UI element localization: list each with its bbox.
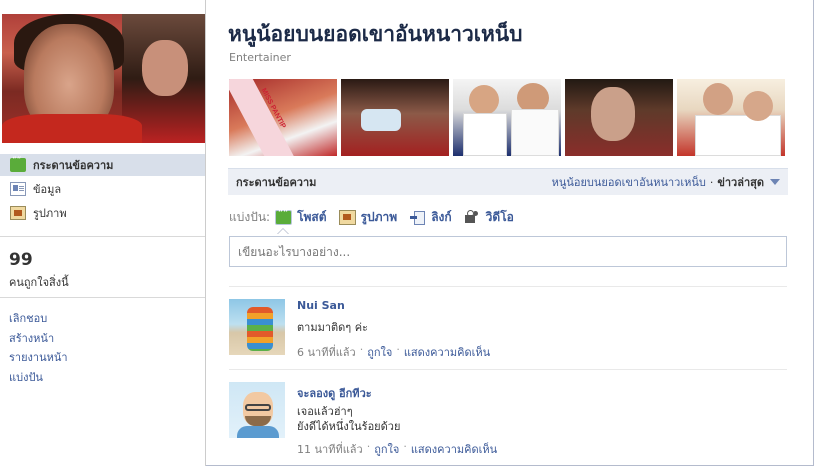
post-icon: [275, 209, 293, 225]
share-link-tab[interactable]: ลิงก์: [409, 208, 452, 227]
wall-filter-latest[interactable]: ข่าวล่าสุด: [717, 173, 764, 191]
comment-link[interactable]: แสดงความคิดเห็น: [404, 343, 490, 361]
left-sidebar: กระดานข้อความ ข้อมูล รูปภาพ 99 คนถูกใจสิ…: [0, 0, 206, 466]
photo-face-mask: [361, 109, 401, 131]
post-time[interactable]: 6 นาทีที่แล้ว: [297, 343, 356, 361]
likes-count: 99: [9, 250, 33, 270]
photo-person: [591, 87, 635, 141]
strip-photo[interactable]: [453, 79, 561, 156]
meta-separator: ·: [366, 440, 371, 453]
wall-icon: [10, 156, 26, 172]
strip-photo[interactable]: [341, 79, 449, 156]
meta-separator: ·: [396, 343, 400, 356]
share-link-label: ลิงก์: [431, 209, 452, 224]
photo-person: [703, 83, 733, 115]
strip-photo[interactable]: MISS PANTIP: [229, 79, 337, 156]
strip-photo[interactable]: [565, 79, 673, 156]
meta-separator: ·: [359, 343, 364, 356]
post-message-line: ตามมาติดๆ ค่ะ: [297, 321, 368, 334]
post-time[interactable]: 11 นาทีที่แล้ว: [297, 440, 363, 458]
wall-filter-page[interactable]: หนูน้อยบนยอดเขาอันหนาวเหน็บ: [552, 173, 706, 191]
profile-picture-dress: [2, 114, 142, 143]
photo-person: [743, 91, 773, 121]
sidebar-divider: [0, 297, 205, 298]
status-input[interactable]: [229, 236, 787, 267]
share-photo-label: รูปภาพ: [360, 209, 398, 224]
likes-label: คนถูกใจสิ่งนี้: [9, 276, 69, 289]
profile-picture-background-person: [142, 40, 188, 96]
active-tab-indicator: [277, 227, 290, 234]
wall-filter[interactable]: หนูน้อยบนยอดเขาอันหนาวเหน็บ · ข่าวล่าสุด: [552, 173, 780, 191]
photo-strip: MISS PANTIP: [229, 79, 787, 156]
post-message: เจอแล้วฮ่าๆ ยังดีได้หนึ่งในร้อยด้วย: [297, 404, 400, 434]
sidebar-item-info[interactable]: ข้อมูล: [0, 178, 205, 200]
share-video-label: วิดีโอ: [485, 209, 514, 224]
comment-link[interactable]: แสดงความคิดเห็น: [411, 440, 497, 458]
share-photo-tab[interactable]: รูปภาพ: [338, 208, 398, 227]
chevron-down-icon[interactable]: [770, 179, 780, 185]
video-icon: [463, 209, 481, 225]
avatar[interactable]: [229, 382, 285, 438]
photo-chef-uniform: [511, 109, 559, 156]
photos-icon: [10, 206, 26, 220]
meta-separator: ·: [403, 440, 407, 453]
unlike-link[interactable]: เลิกชอบ: [9, 309, 47, 327]
main-content: หนูน้อยบนยอดเขาอันหนาวเหน็บ Entertainer …: [206, 0, 812, 466]
post-meta: 11 นาทีที่แล้ว · ถูกใจ · แสดงความคิดเห็น: [297, 440, 497, 458]
share-bar: แบ่งปัน: โพสต์ รูปภาพ ลิงก์ วิดีโอ: [229, 207, 526, 234]
share-post-tab[interactable]: โพสต์: [275, 208, 327, 234]
post-author[interactable]: Nui San: [297, 299, 345, 312]
sidebar-item-label: รูปภาพ: [33, 207, 67, 220]
photo-chef-uniform: [695, 115, 781, 156]
sidebar-item-photos[interactable]: รูปภาพ: [0, 202, 205, 224]
page-title[interactable]: หนูน้อยบนยอดเขาอันหนาวเหน็บ: [228, 18, 523, 51]
wall-title: กระดานข้อความ: [236, 176, 317, 189]
sidebar-divider: [0, 236, 205, 237]
avatar[interactable]: [229, 299, 285, 355]
post-message-line: ยังดีได้หนึ่งในร้อยด้วย: [297, 420, 401, 433]
strip-photo[interactable]: [677, 79, 785, 156]
wall-filter-separator: ·: [709, 175, 714, 189]
post-message: ตามมาติดๆ ค่ะ: [297, 320, 368, 335]
share-label: แบ่งปัน:: [229, 209, 271, 224]
avatar-glasses: [245, 404, 271, 411]
create-page-link[interactable]: สร้างหน้า: [9, 329, 54, 347]
sidebar-item-label: กระดานข้อความ: [33, 159, 114, 172]
report-page-link[interactable]: รายงานหน้า: [9, 348, 68, 366]
photo-icon: [338, 209, 356, 225]
link-icon: [409, 209, 427, 225]
sidebar-item-label: ข้อมูล: [33, 183, 62, 196]
like-link[interactable]: ถูกใจ: [367, 343, 392, 361]
post-message-line: เจอแล้วฮ่าๆ: [297, 405, 353, 418]
wall-post: จะลองดู อีกทีวะ เจอแล้วฮ่าๆ ยังดีได้หนึ่…: [229, 369, 787, 458]
like-link[interactable]: ถูกใจ: [374, 440, 399, 458]
avatar-image: [247, 307, 273, 351]
share-video-tab[interactable]: วิดีโอ: [463, 208, 514, 227]
post-meta: 6 นาทีที่แล้ว · ถูกใจ · แสดงความคิดเห็น: [297, 343, 490, 361]
sidebar-item-wall[interactable]: กระดานข้อความ: [0, 154, 205, 176]
share-page-link[interactable]: แบ่งปัน: [9, 368, 43, 386]
post-author[interactable]: จะลองดู อีกทีวะ: [297, 384, 372, 402]
share-post-label: โพสต์: [297, 209, 327, 224]
photo-chef-uniform: [463, 113, 507, 156]
info-icon: [10, 182, 26, 196]
wall-header: กระดานข้อความ หนูน้อยบนยอดเขาอันหนาวเหน็…: [228, 168, 788, 195]
wall-post: Nui San ตามมาติดๆ ค่ะ 6 นาทีที่แล้ว · ถู…: [229, 286, 787, 372]
photo-person: [469, 85, 499, 115]
avatar-beard: [245, 416, 271, 426]
page-category: Entertainer: [229, 51, 291, 64]
profile-picture[interactable]: [2, 14, 205, 143]
avatar-body: [237, 426, 279, 438]
